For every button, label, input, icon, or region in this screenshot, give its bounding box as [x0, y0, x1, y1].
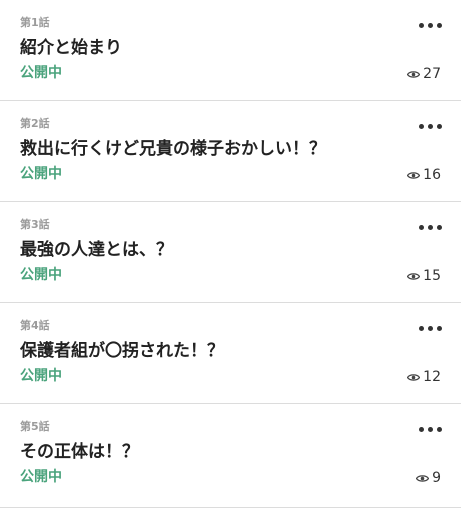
episode-number: 第5話: [20, 420, 50, 433]
episode-item[interactable]: 第3話 最強の人達とは、？ 公開中 15: [0, 202, 461, 303]
more-options-button[interactable]: [415, 418, 445, 440]
eye-icon: [416, 474, 430, 483]
episode-status: 公開中: [20, 368, 62, 384]
view-count: 12: [407, 369, 441, 385]
episode-list: 第1話 紹介と始まり 公開中 27 第2話 救出に行くけど兄貴の様子おかしい！？…: [0, 0, 461, 512]
episode-title[interactable]: 最強の人達とは、？: [20, 239, 173, 261]
more-horizontal-icon: [418, 22, 424, 28]
episode-number: 第1話: [20, 16, 50, 29]
eye-icon: [407, 171, 421, 180]
view-count-value: 15: [423, 268, 441, 284]
more-horizontal-icon: [418, 123, 424, 129]
view-count: 9: [416, 470, 441, 486]
episode-item[interactable]: 第1話 紹介と始まり 公開中 27: [0, 0, 461, 101]
episode-title[interactable]: 紹介と始まり: [20, 37, 122, 59]
episode-status: 公開中: [20, 166, 62, 182]
eye-icon: [407, 373, 421, 382]
episode-title[interactable]: その正体は！？: [20, 441, 139, 463]
more-options-button[interactable]: [415, 115, 445, 137]
episode-number: 第2話: [20, 117, 50, 130]
more-options-button[interactable]: [415, 317, 445, 339]
episode-item[interactable]: 第2話 救出に行くけど兄貴の様子おかしい！？ 公開中 16: [0, 101, 461, 202]
view-count-value: 12: [423, 369, 441, 385]
view-count-value: 27: [423, 66, 441, 82]
view-count: 27: [407, 66, 441, 82]
episode-status: 公開中: [20, 65, 62, 81]
view-count-value: 9: [432, 470, 441, 486]
episode-status: 公開中: [20, 267, 62, 283]
episode-status: 公開中: [20, 469, 62, 485]
episode-title[interactable]: 保護者組が〇拐された！？: [20, 340, 224, 362]
more-horizontal-icon: [418, 426, 424, 432]
eye-icon: [407, 70, 421, 79]
more-options-button[interactable]: [415, 14, 445, 36]
episode-item[interactable]: 第4話 保護者組が〇拐された！？ 公開中 12: [0, 303, 461, 404]
more-options-button[interactable]: [415, 216, 445, 238]
episode-title[interactable]: 救出に行くけど兄貴の様子おかしい！？: [20, 138, 326, 160]
view-count: 15: [407, 268, 441, 284]
view-count: 16: [407, 167, 441, 183]
episode-item[interactable]: 第5話 その正体は！？ 公開中 9: [0, 404, 461, 508]
episode-number: 第3話: [20, 218, 50, 231]
more-horizontal-icon: [418, 325, 424, 331]
eye-icon: [407, 272, 421, 281]
episode-number: 第4話: [20, 319, 50, 332]
view-count-value: 16: [423, 167, 441, 183]
more-horizontal-icon: [418, 224, 424, 230]
